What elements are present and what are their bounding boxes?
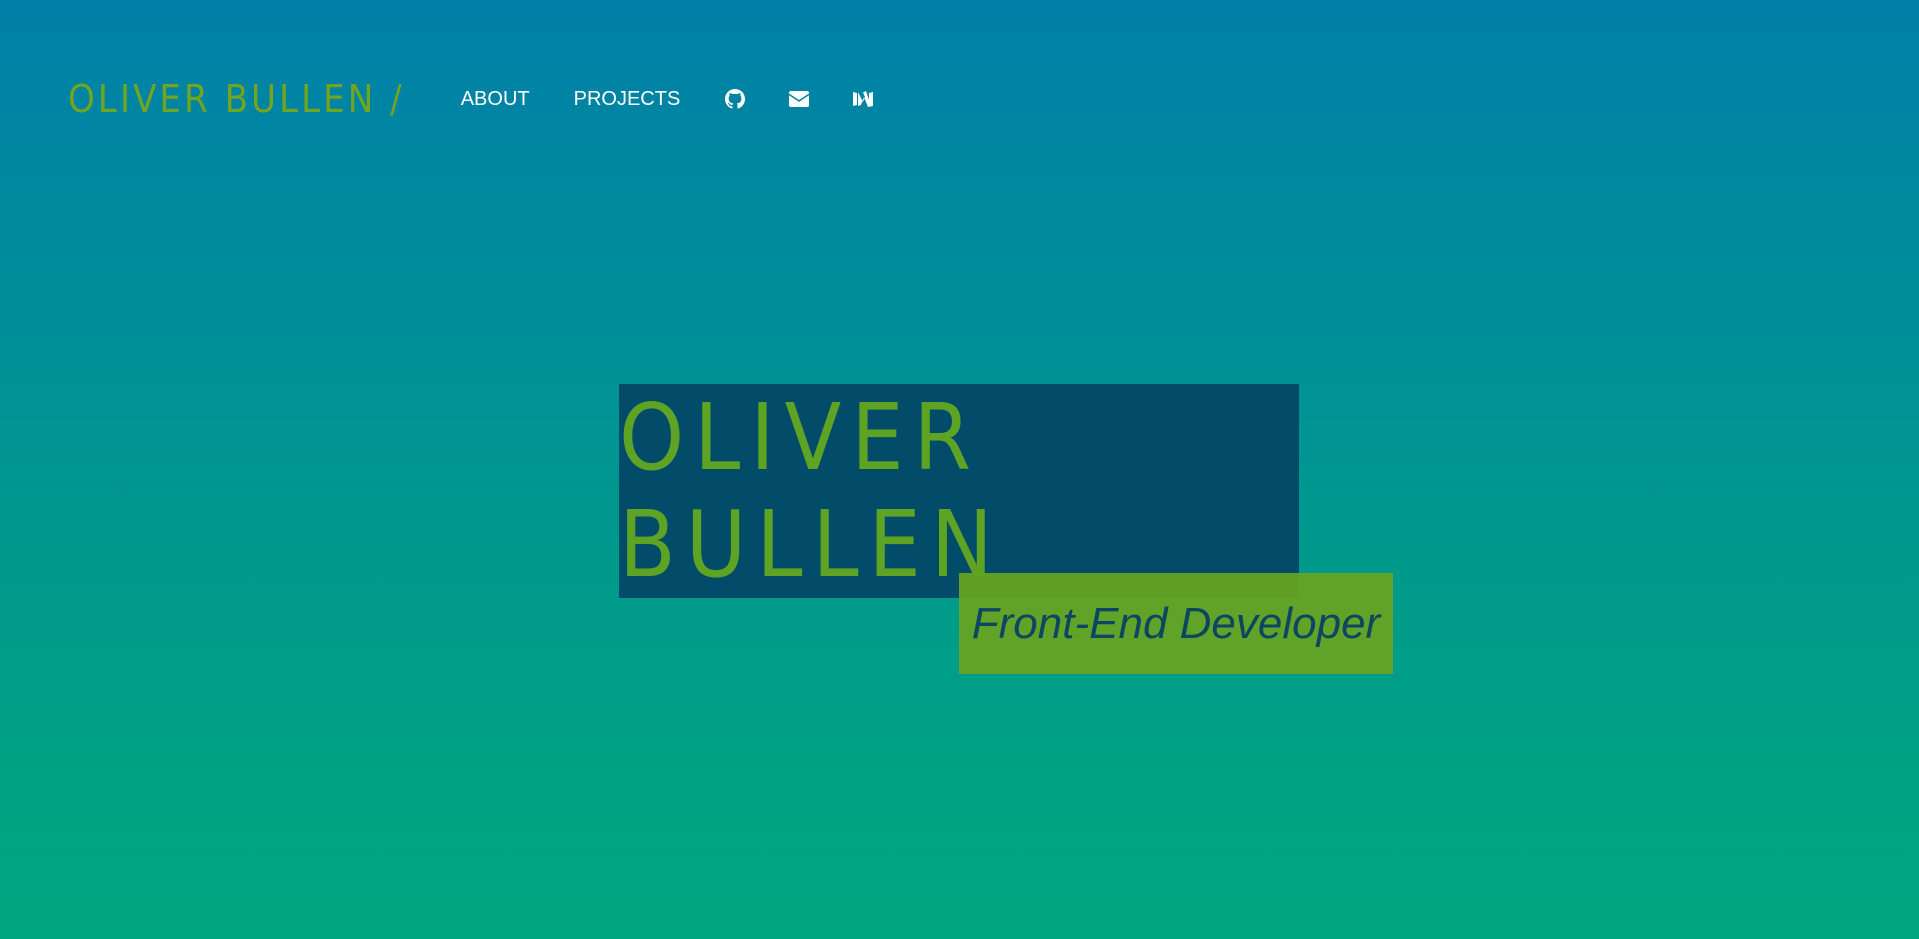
github-icon[interactable] <box>724 88 746 110</box>
hero-title: OLIVER BULLEN <box>619 384 1003 598</box>
nav-link-about[interactable]: ABOUT <box>461 88 530 111</box>
top-nav: OLIVER BULLEN / ABOUT PROJECTS <box>68 74 916 124</box>
nav-link-projects[interactable]: PROJECTS <box>574 88 681 111</box>
hero-subtitle-box: Front-End Developer <box>959 573 1393 674</box>
brand-logo-link[interactable]: OLIVER BULLEN / <box>68 77 405 121</box>
hero-subtitle: Front-End Developer <box>971 598 1381 648</box>
medium-icon[interactable] <box>852 88 874 110</box>
envelope-icon[interactable] <box>788 88 810 110</box>
